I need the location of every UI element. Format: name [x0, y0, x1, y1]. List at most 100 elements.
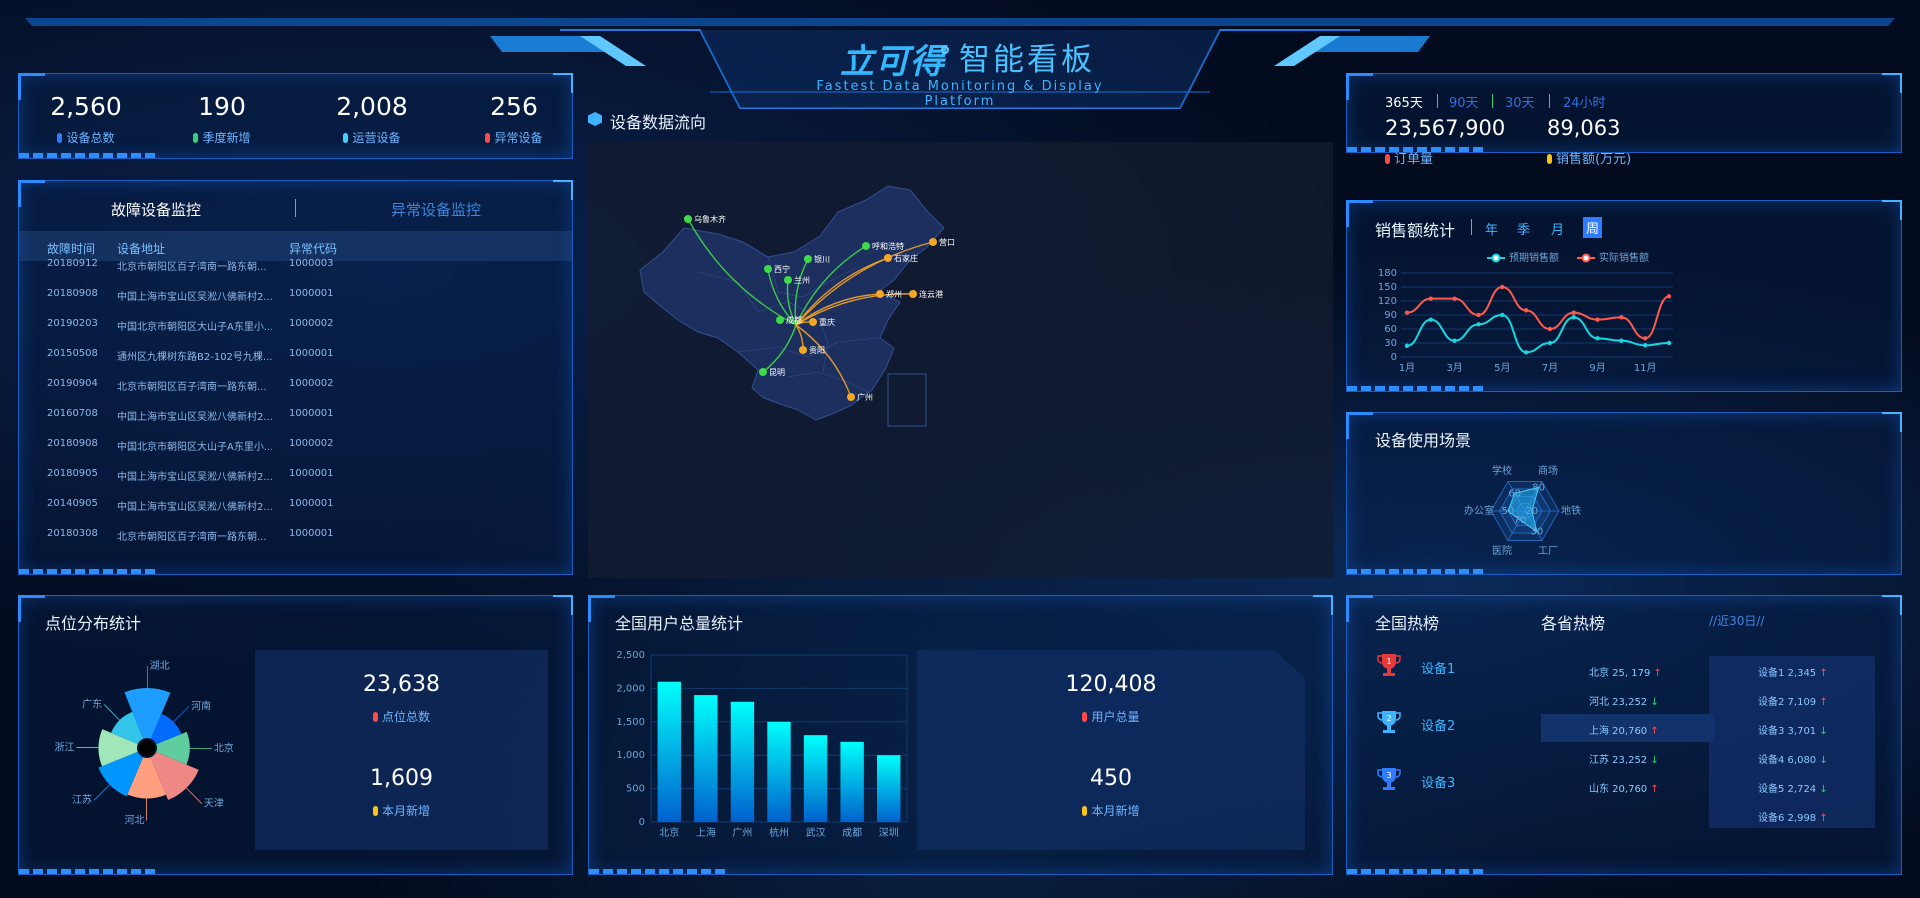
tab-365days[interactable]: 365天 [1385, 92, 1423, 111]
device-rank-label[interactable]: 设备3 [1421, 772, 1455, 791]
stat-abnormal-label: 异常设备 [459, 129, 569, 146]
arrow-down-icon: ↓ [1816, 784, 1828, 795]
cell-time: 20180905 [47, 468, 98, 479]
bar [694, 695, 718, 822]
city-label: 连云港 [919, 289, 943, 299]
city-label: 兰州 [794, 275, 810, 285]
bar [803, 735, 828, 822]
y-tick-label: 120 [1378, 296, 1397, 307]
table-row[interactable]: 20180912 北京市朝阳区百子湾南一路东朝... 1000003 [19, 258, 574, 288]
data-point [1428, 317, 1434, 322]
table-row[interactable]: 20180908 中国上海市宝山区吴淞八佛新村2... 1000001 [19, 288, 574, 318]
tab-fault-monitor[interactable]: 故障设备监控 [111, 199, 201, 220]
data-point [1500, 284, 1505, 290]
arrow-up-icon: ↑ [1647, 784, 1659, 795]
city-dot [759, 368, 767, 376]
province-item[interactable]: 山东 20,760 ↑ [1589, 780, 1659, 795]
province-item[interactable]: 上海 20,760 ↑ [1589, 722, 1659, 737]
hot-province-title: 各省热榜 [1541, 614, 1606, 633]
points-panel: 点位分布统计 河南 北京 天津 河北 江苏 浙江 广东 湖北 23,638 点位总数 1,60… [18, 595, 573, 875]
radar-indicator-label: 工厂 [1538, 546, 1558, 557]
slice-label: 河南 [191, 700, 211, 713]
slice-label: 广东 [82, 698, 102, 711]
table-row[interactable]: 20140905 中国上海市宝山区吴淞八佛新村2... 1000001 [19, 498, 574, 528]
city-dot [847, 393, 855, 401]
city-label: 呼和浩特 [872, 241, 904, 251]
sales-amount-label: 销售额(万元) [1547, 148, 1631, 167]
points-total-text: 点位总数 [381, 710, 430, 724]
cell-code: 1000001 [289, 348, 334, 359]
cell-address: 中国上海市宝山区吴淞八佛新村2... [117, 472, 272, 483]
province-item[interactable]: 北京 25, 179 ↑ [1589, 664, 1662, 679]
cell-code: 1000001 [289, 498, 334, 509]
tab-24hours[interactable]: 24小时 [1563, 92, 1606, 111]
device-sales-item[interactable]: 设备2 7,109 ↑ [1758, 693, 1828, 708]
radar-value-label: 80 [1532, 482, 1545, 493]
dot-icon [1082, 712, 1088, 722]
device-sales-item[interactable]: 设备3 3,701 ↓ [1758, 722, 1828, 737]
users-new-text: 本月新增 [1091, 804, 1140, 818]
users-new-value: 450 [1090, 766, 1132, 791]
device-sales-item[interactable]: 设备4 6,080 ↓ [1758, 751, 1828, 766]
table-row[interactable]: 20150508 通州区九棵树东路B2-102号九棵... 1000001 [19, 348, 574, 378]
device-sales-item[interactable]: 设备1 2,345 ↑ [1758, 664, 1828, 679]
cell-code: 1000002 [289, 438, 334, 449]
table-row[interactable]: 20180905 中国上海市宝山区吴淞八佛新村2... 1000001 [19, 468, 574, 498]
arrow-up-icon: ↑ [1816, 813, 1828, 824]
radar-value-label: 50 [1502, 506, 1515, 517]
china-flow-map: 乌鲁木齐呼和浩特 营口银川 石家庄西宁兰州郑州 连云港成都 重庆贵阳昆明广州 [639, 185, 955, 427]
city-dot [684, 215, 692, 223]
logo-separator [941, 46, 949, 54]
users-new-label: 本月新增 [917, 802, 1305, 819]
slice-leader [173, 706, 190, 723]
tab-divider [1549, 94, 1550, 108]
bar [657, 681, 681, 822]
radar-value-label: 20 [1525, 506, 1538, 517]
dot-icon [1082, 806, 1088, 816]
table-row[interactable]: 20190203 中国北京市朝阳区大山子A东里小... 1000002 [19, 318, 574, 348]
stat-new-value: 190 [198, 92, 246, 121]
data-point [1404, 310, 1410, 315]
stat-abnormal-value: 256 [490, 92, 538, 121]
arrow-down-icon: ↓ [1816, 726, 1828, 737]
data-point [1428, 296, 1434, 301]
device-sales-item[interactable]: 设备5 2,724 ↓ [1758, 780, 1828, 795]
cell-address: 中国上海市宝山区吴淞八佛新村2... [117, 412, 272, 423]
province-text: 上海 20,760 [1589, 726, 1648, 737]
arrow-up-icon: ↑ [1647, 726, 1659, 737]
x-tick-label: 5月 [1494, 362, 1510, 374]
x-tick-label: 成都 [842, 827, 862, 839]
cell-code: 1000001 [289, 288, 334, 299]
table-row[interactable]: 20160708 中国上海市宝山区吴淞八佛新村2... 1000001 [19, 408, 574, 438]
dot-icon [193, 133, 199, 143]
column-header-time: 故障时间 [47, 242, 96, 256]
stat-abnormal-text: 异常设备 [494, 131, 543, 145]
city-label: 西宁 [774, 264, 790, 274]
table-row[interactable]: 20190904 北京市朝阳区百子湾南一路东朝... 1000002 [19, 378, 574, 408]
city-label: 昆明 [769, 368, 785, 377]
slice-leader [186, 787, 203, 804]
data-point [1642, 336, 1648, 341]
tab-90days[interactable]: 90天 [1449, 92, 1479, 111]
hot-period[interactable]: //近30日// [1709, 612, 1764, 629]
province-item[interactable]: 河北 23,252 ↓ [1589, 693, 1659, 708]
points-rose-chart: 河南北京天津河北 江苏 浙江 广东 湖北 [54, 660, 233, 826]
legend-marker [1581, 253, 1591, 263]
device-sales-item[interactable]: 设备6 2,998 ↑ [1758, 809, 1828, 824]
province-item[interactable]: 江苏 23,252 ↓ [1589, 751, 1659, 766]
tab-abnormal-monitor[interactable]: 异常设备监控 [391, 199, 481, 220]
order-count-label: 订单量 [1385, 148, 1433, 167]
table-row[interactable]: 20180908 中国北京市朝阳区大山子A东里小... 1000002 [19, 438, 574, 468]
cell-time: 20190904 [47, 378, 98, 389]
device-rank-label[interactable]: 设备1 [1421, 658, 1455, 677]
city-label: 营口 [939, 237, 955, 247]
table-row[interactable]: 20180308 北京市朝阳区百子湾南一路东朝... 1000001 [19, 528, 574, 558]
cell-time: 20180908 [47, 288, 98, 299]
slice-label: 天津 [204, 798, 224, 810]
cell-time: 20180912 [47, 258, 98, 269]
device-rank-label[interactable]: 设备2 [1421, 715, 1455, 734]
tab-30days[interactable]: 30天 [1505, 92, 1535, 111]
city-label: 乌鲁木齐 [694, 214, 726, 224]
stat-total-label: 设备总数 [31, 129, 141, 146]
data-point [1547, 326, 1553, 332]
